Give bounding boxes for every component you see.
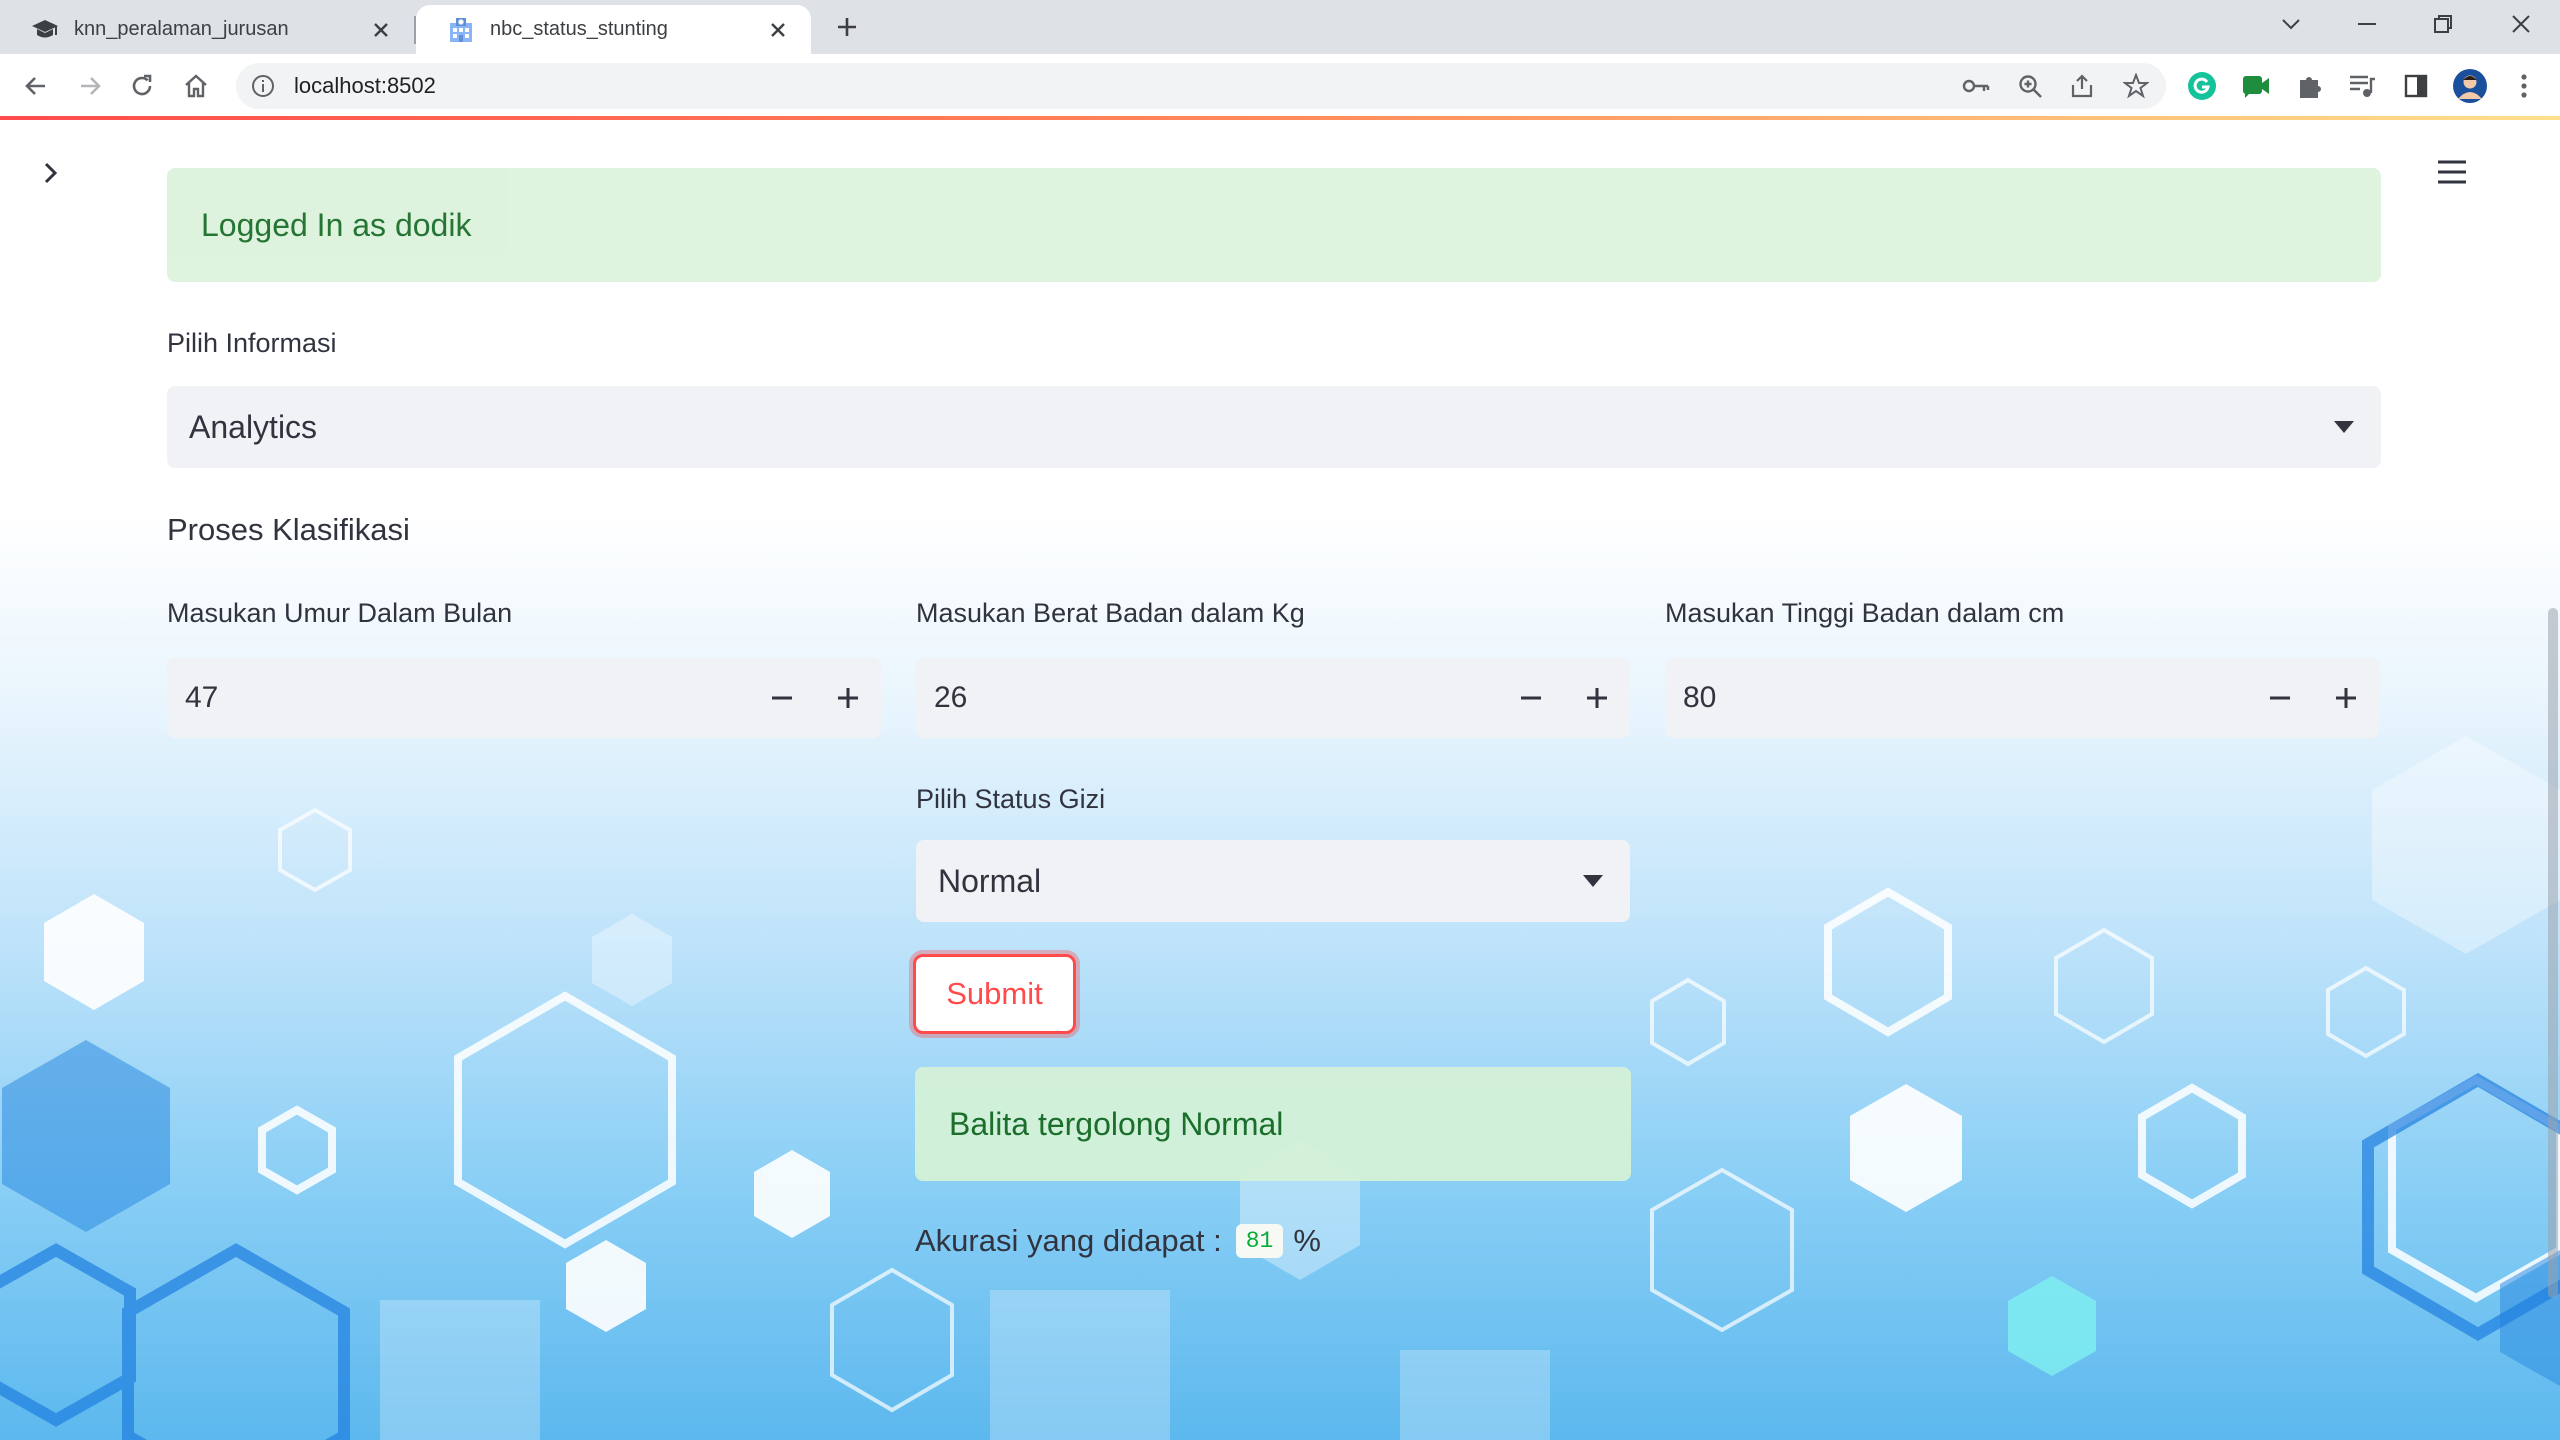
- grammarly-icon[interactable]: [2182, 66, 2222, 106]
- berat-label: Masukan Berat Badan dalam Kg: [916, 598, 1305, 628]
- app-page: Logged In as dodik Pilih Informasi Analy…: [0, 120, 2560, 1440]
- share-icon[interactable]: [2066, 70, 2098, 102]
- tab-title: knn_peralaman_jurusan: [74, 18, 289, 40]
- section-heading: Proses Klasifikasi: [167, 512, 410, 547]
- tinggi-number-input[interactable]: 80: [1665, 658, 2379, 738]
- umur-value[interactable]: 47: [167, 681, 749, 715]
- berat-value[interactable]: 26: [916, 681, 1498, 715]
- umur-number-input[interactable]: 47: [167, 658, 881, 738]
- increment-plus-icon[interactable]: [1564, 658, 1630, 738]
- browser-menu-icon[interactable]: [2504, 66, 2544, 106]
- address-bar[interactable]: localhost:8502: [236, 63, 2166, 109]
- accuracy-prefix: Akurasi yang didapat :: [915, 1223, 1222, 1258]
- restore-icon[interactable]: [2408, 0, 2478, 48]
- url-text: localhost:8502: [294, 73, 436, 98]
- increment-plus-icon[interactable]: [815, 658, 881, 738]
- reload-icon[interactable]: [122, 66, 162, 106]
- page-scrollbar[interactable]: [2548, 608, 2558, 1298]
- submit-button[interactable]: Submit: [913, 954, 1076, 1034]
- login-success-alert: Logged In as dodik: [167, 168, 2381, 282]
- caret-down-icon: [1578, 866, 1608, 896]
- media-control-icon[interactable]: [2342, 66, 2382, 106]
- side-panel-icon[interactable]: [2396, 66, 2436, 106]
- tab-nbc-status-stunting[interactable]: nbc_status_stunting: [416, 5, 811, 54]
- hospital-icon: [446, 15, 476, 45]
- forward-arrow-icon[interactable]: [70, 66, 110, 106]
- pilih-informasi-value: Analytics: [189, 408, 318, 445]
- result-success-alert: Balita tergolong Normal: [915, 1067, 1631, 1181]
- decrement-minus-icon[interactable]: [2247, 658, 2313, 738]
- key-icon[interactable]: [1960, 70, 1992, 102]
- close-window-icon[interactable]: [2486, 0, 2556, 48]
- close-tab-icon[interactable]: [765, 17, 791, 43]
- status-gizi-value: Normal: [938, 862, 1042, 899]
- accuracy-value: 81: [1235, 1224, 1284, 1258]
- bookmark-star-icon[interactable]: [2120, 70, 2152, 102]
- tab-knn-peralaman-jurusan[interactable]: knn_peralaman_jurusan: [0, 5, 414, 54]
- sidebar-expand-chevron-icon[interactable]: [34, 156, 68, 190]
- close-tab-icon[interactable]: [368, 17, 394, 43]
- tab-title: nbc_status_stunting: [490, 18, 668, 40]
- zoom-icon[interactable]: [2014, 70, 2046, 102]
- decrement-minus-icon[interactable]: [749, 658, 815, 738]
- profile-avatar[interactable]: [2450, 66, 2490, 106]
- umur-label: Masukan Umur Dalam Bulan: [167, 598, 513, 628]
- caret-down-icon: [2329, 412, 2359, 442]
- browser-tabstrip: knn_peralaman_jurusan nbc_status_stuntin…: [0, 0, 2560, 54]
- meet-extension-icon[interactable]: [2236, 66, 2276, 106]
- berat-number-input[interactable]: 26: [916, 658, 1630, 738]
- extensions-puzzle-icon[interactable]: [2290, 66, 2330, 106]
- back-arrow-icon[interactable]: [16, 66, 56, 106]
- site-info-icon[interactable]: [250, 73, 276, 99]
- new-tab-button[interactable]: [828, 8, 866, 46]
- status-gizi-select[interactable]: Normal: [916, 840, 1630, 922]
- tab-search-chevron-icon[interactable]: [2256, 0, 2326, 48]
- accuracy-line: Akurasi yang didapat : 81 %: [915, 1223, 1321, 1259]
- tinggi-value[interactable]: 80: [1665, 681, 2247, 715]
- minimize-icon[interactable]: [2332, 0, 2402, 48]
- login-message: Logged In as dodik: [201, 206, 472, 243]
- pilih-informasi-select[interactable]: Analytics: [167, 386, 2381, 468]
- app-main-menu-icon[interactable]: [2430, 150, 2474, 194]
- increment-plus-icon[interactable]: [2313, 658, 2379, 738]
- pilih-informasi-label: Pilih Informasi: [167, 328, 337, 358]
- home-icon[interactable]: [176, 66, 216, 106]
- graduation-cap-icon: [30, 15, 60, 45]
- result-message: Balita tergolong Normal: [949, 1105, 1284, 1142]
- accuracy-suffix: %: [1293, 1223, 1321, 1258]
- decrement-minus-icon[interactable]: [1498, 658, 1564, 738]
- browser-toolbar: localhost:8502: [0, 54, 2560, 118]
- status-gizi-label: Pilih Status Gizi: [916, 784, 1106, 814]
- tinggi-label: Masukan Tinggi Badan dalam cm: [1665, 598, 2065, 628]
